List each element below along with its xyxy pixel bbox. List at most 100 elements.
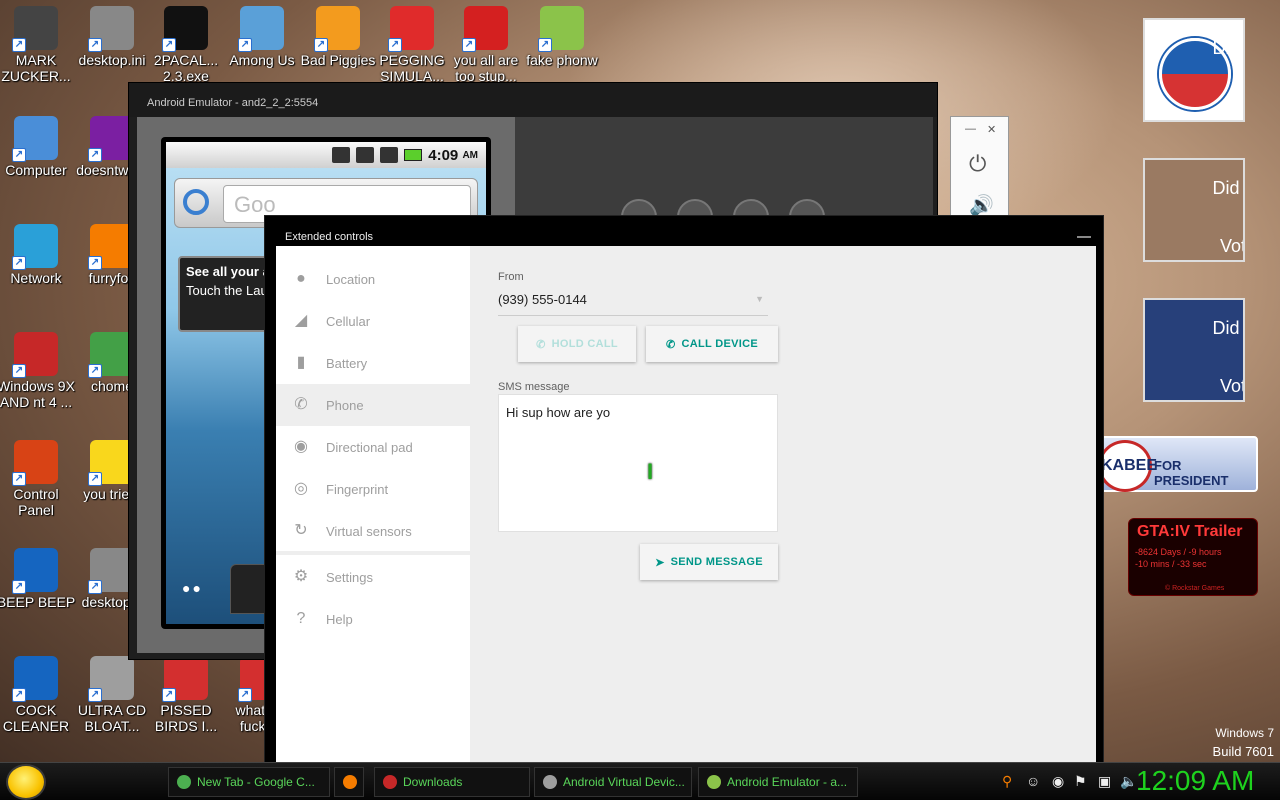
shortcut-arrow-icon: ↗ [462, 38, 476, 52]
gta-line1: -8624 Days / -9 hours [1135, 547, 1222, 557]
nav-item-phone[interactable]: ✆ Phone [276, 384, 470, 426]
computer-icon: ↗ [12, 116, 58, 162]
shortcut-arrow-icon: ↗ [162, 688, 176, 702]
desktop-icon[interactable]: ↗ Among Us [222, 6, 302, 68]
bluescreen-icon: ↗ [12, 656, 58, 702]
cd-icon: ↗ [88, 656, 134, 702]
desktop-icon-label: BEEP BEEP [0, 594, 76, 610]
shortcut-arrow-icon: ↗ [12, 256, 26, 270]
skype-tray-icon[interactable]: ◉ [1052, 773, 1064, 790]
nav-item-settings[interactable]: ⚙ Settings [276, 556, 470, 598]
taskbar-button-label: Android Virtual Devic... [563, 775, 685, 789]
battery-icon: ▮ [296, 354, 306, 371]
desktop-icon-label: desktop.ini [78, 52, 146, 68]
desktop-icon[interactable]: ↗ Control Panel [0, 440, 76, 518]
taskbar-button[interactable]: Downloads [374, 767, 530, 797]
power-icon[interactable]: ⏻ [969, 151, 986, 177]
gta-gadget[interactable]: GTA:IV Trailer -8624 Days / -9 hours -10… [1128, 518, 1258, 596]
windows-build: Build 7601 [1212, 744, 1274, 759]
volume-tray-icon[interactable]: 🔈 [1120, 773, 1137, 790]
vote-gadget-clinton[interactable]: Did you Vote? [1143, 298, 1245, 402]
cellular-signal-icon: ◢ [294, 312, 308, 329]
nav-item-virtual-sensors[interactable]: ↻ Virtual sensors [276, 510, 470, 552]
desktop-icon-label: Computer [5, 162, 67, 178]
huckabee-gadget[interactable]: KABEE FOR PRESIDENT [1098, 436, 1258, 492]
hold-call-button[interactable]: ✆ HOLD CALL [518, 326, 636, 362]
desktop-icon[interactable]: ↗ MARK ZUCKER... [0, 6, 76, 84]
network-tray-icon[interactable]: ▣ [1098, 773, 1111, 790]
taskbar-clock[interactable]: 12:09 AM [1136, 765, 1254, 797]
vote-gadget-obama[interactable]: Did you [1143, 18, 1245, 122]
emoji-tray-icon[interactable]: ☺ [1026, 773, 1040, 789]
sms-message-input[interactable]: Hi sup how are yo I [498, 394, 778, 532]
chrome-icon [177, 775, 191, 789]
taskbar-button-label: Downloads [403, 775, 463, 789]
dpad-icon: ◉ [294, 438, 308, 455]
gadget-line1: Did you [1212, 318, 1243, 338]
nav-item-label: Virtual sensors [326, 523, 412, 539]
start-button[interactable] [6, 764, 46, 800]
android-ampm: AM [462, 149, 478, 161]
desktop-icon[interactable]: ↗ Computer [0, 116, 76, 178]
desktop-icon-label: Bad Piggies [300, 52, 376, 68]
desktop-icon[interactable]: ↗ 2PACAL... 2.3.exe [146, 6, 226, 84]
desktop-icon-label: fake phonw [526, 52, 598, 68]
send-message-label: SEND MESSAGE [670, 556, 763, 568]
desktop-icon[interactable]: ↗ Bad Piggies [298, 6, 378, 68]
from-phone-select[interactable]: (939) 555-0144 ▼ [498, 292, 768, 316]
huckabee-sub: FOR PRESIDENT [1154, 458, 1229, 488]
desktop-icon[interactable]: ↗ PISSED BIRDS I... [146, 656, 226, 734]
taskbar-button[interactable] [334, 767, 364, 797]
sms-label: SMS message [498, 381, 570, 393]
emulator-icon [707, 775, 721, 789]
shortcut-arrow-icon: ↗ [88, 148, 102, 162]
desktop-icon[interactable]: ↗ you all are too stup... [446, 6, 526, 84]
close-icon[interactable]: ✕ [987, 123, 996, 136]
send-message-button[interactable]: ➤ SEND MESSAGE [640, 544, 778, 580]
chevron-down-icon: ▼ [755, 294, 764, 304]
emulator-titlebar[interactable]: Android Emulator - and2_2_2:5554 [129, 83, 937, 117]
taskbar-button[interactable]: New Tab - Google C... [168, 767, 330, 797]
minimize-icon[interactable] [1077, 236, 1091, 238]
desktop-icon-label: MARK ZUCKER... [1, 52, 71, 84]
call-device-button[interactable]: ✆ CALL DEVICE [646, 326, 778, 362]
desktop-icon[interactable]: ↗ fake phonw [522, 6, 602, 68]
desktop-icon[interactable]: ↗ PEGGING SIMULA... [372, 6, 452, 84]
shortcut-arrow-icon: ↗ [12, 38, 26, 52]
desktop-icon[interactable]: ↗ COCK CLEANER [0, 656, 76, 734]
desktop-icon[interactable]: ↗ desktop.ini [72, 6, 152, 68]
desktop-icon[interactable]: ↗ Network [0, 224, 76, 286]
extended-controls-titlebar[interactable]: Extended controls [265, 216, 1103, 246]
desktop-icon[interactable]: ↗ Windows 9X AND nt 4 ... [0, 332, 76, 410]
search-icon[interactable]: ⚲ [1002, 773, 1012, 790]
fingerprint-icon: ◎ [294, 480, 308, 497]
extended-controls-body: ● Location ◢ Cellular ▮ Battery ✆ Phone ◉ Directi… [276, 246, 1096, 764]
nav-item-directional-pad[interactable]: ◉ Directional pad [276, 426, 470, 468]
minimize-icon[interactable]: — [965, 123, 976, 135]
action-center-flag-icon[interactable]: ⚑ [1074, 773, 1087, 790]
nav-item-cellular[interactable]: ◢ Cellular [276, 300, 470, 342]
firefox-icon [343, 775, 357, 789]
gadget-line2: Vote? [1219, 236, 1243, 256]
taskbar-button[interactable]: Android Virtual Devic... [534, 767, 692, 797]
help-icon: ? [296, 610, 306, 627]
shortcut-arrow-icon: ↗ [88, 688, 102, 702]
vote-gadget-mccain[interactable]: Did you Vote? [1143, 158, 1245, 262]
taskbar-button[interactable]: Android Emulator - a... [698, 767, 858, 797]
windows-version: Windows 7 [1215, 726, 1274, 740]
nav-item-location[interactable]: ● Location [276, 258, 470, 300]
nav-item-help[interactable]: ? Help [276, 598, 470, 640]
send-icon: ➤ [655, 556, 665, 569]
nav-item-fingerprint[interactable]: ◎ Fingerprint [276, 468, 470, 510]
desktop-icon[interactable]: ↗ BEEP BEEP [0, 548, 76, 610]
desktop-icon-label: Among Us [229, 52, 295, 68]
huckabee-text: KABEE [1098, 440, 1157, 492]
desktop-icon[interactable]: ↗ ULTRA CD BLOAT... [72, 656, 152, 734]
extended-controls-title: Extended controls [285, 231, 374, 243]
hold-call-label: HOLD CALL [551, 338, 618, 350]
phone-icon: ✆ [294, 396, 308, 413]
android-icon: ↗ [538, 6, 584, 52]
extended-controls-window[interactable]: Extended controls ● Location ◢ Cellular ▮ Bat… [264, 215, 1104, 764]
nav-item-battery[interactable]: ▮ Battery [276, 342, 470, 384]
emulator-title: Android Emulator - and2_2_2:5554 [147, 97, 319, 109]
